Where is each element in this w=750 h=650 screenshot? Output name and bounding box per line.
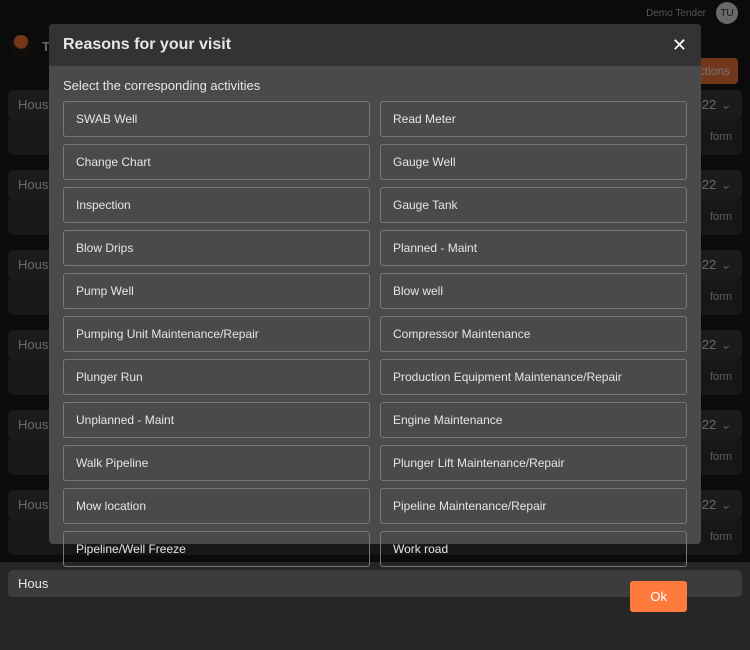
activity-engine-maint[interactable]: Engine Maintenance [380, 402, 687, 438]
activity-mow-location[interactable]: Mow location [63, 488, 370, 524]
reasons-modal: Reasons for your visit ✕ Select the corr… [49, 24, 701, 544]
modal-overlay: Reasons for your visit ✕ Select the corr… [0, 0, 750, 562]
modal-title: Reasons for your visit [63, 36, 231, 54]
activity-gauge-well[interactable]: Gauge Well [380, 144, 687, 180]
activity-production-equip[interactable]: Production Equipment Maintenance/Repair [380, 359, 687, 395]
activity-gauge-tank[interactable]: Gauge Tank [380, 187, 687, 223]
activity-inspection[interactable]: Inspection [63, 187, 370, 223]
activity-plunger-run[interactable]: Plunger Run [63, 359, 370, 395]
modal-subtitle: Select the corresponding activities [49, 66, 701, 101]
activity-pumping-unit[interactable]: Pumping Unit Maintenance/Repair [63, 316, 370, 352]
modal-footer: Ok [49, 567, 701, 626]
ok-button[interactable]: Ok [630, 581, 687, 612]
activity-pipeline-maint[interactable]: Pipeline Maintenance/Repair [380, 488, 687, 524]
close-icon[interactable]: ✕ [672, 36, 687, 54]
activities-grid: SWAB Well Read Meter Change Chart Gauge … [49, 101, 701, 567]
activity-change-chart[interactable]: Change Chart [63, 144, 370, 180]
activity-pump-well[interactable]: Pump Well [63, 273, 370, 309]
activity-blow-drips[interactable]: Blow Drips [63, 230, 370, 266]
activity-plunger-lift[interactable]: Plunger Lift Maintenance/Repair [380, 445, 687, 481]
activity-blow-well[interactable]: Blow well [380, 273, 687, 309]
activity-compressor[interactable]: Compressor Maintenance [380, 316, 687, 352]
activity-planned-maint[interactable]: Planned - Maint [380, 230, 687, 266]
activity-read-meter[interactable]: Read Meter [380, 101, 687, 137]
activity-swab-well[interactable]: SWAB Well [63, 101, 370, 137]
activity-walk-pipeline[interactable]: Walk Pipeline [63, 445, 370, 481]
activity-unplanned-maint[interactable]: Unplanned - Maint [63, 402, 370, 438]
modal-header: Reasons for your visit ✕ [49, 24, 701, 66]
